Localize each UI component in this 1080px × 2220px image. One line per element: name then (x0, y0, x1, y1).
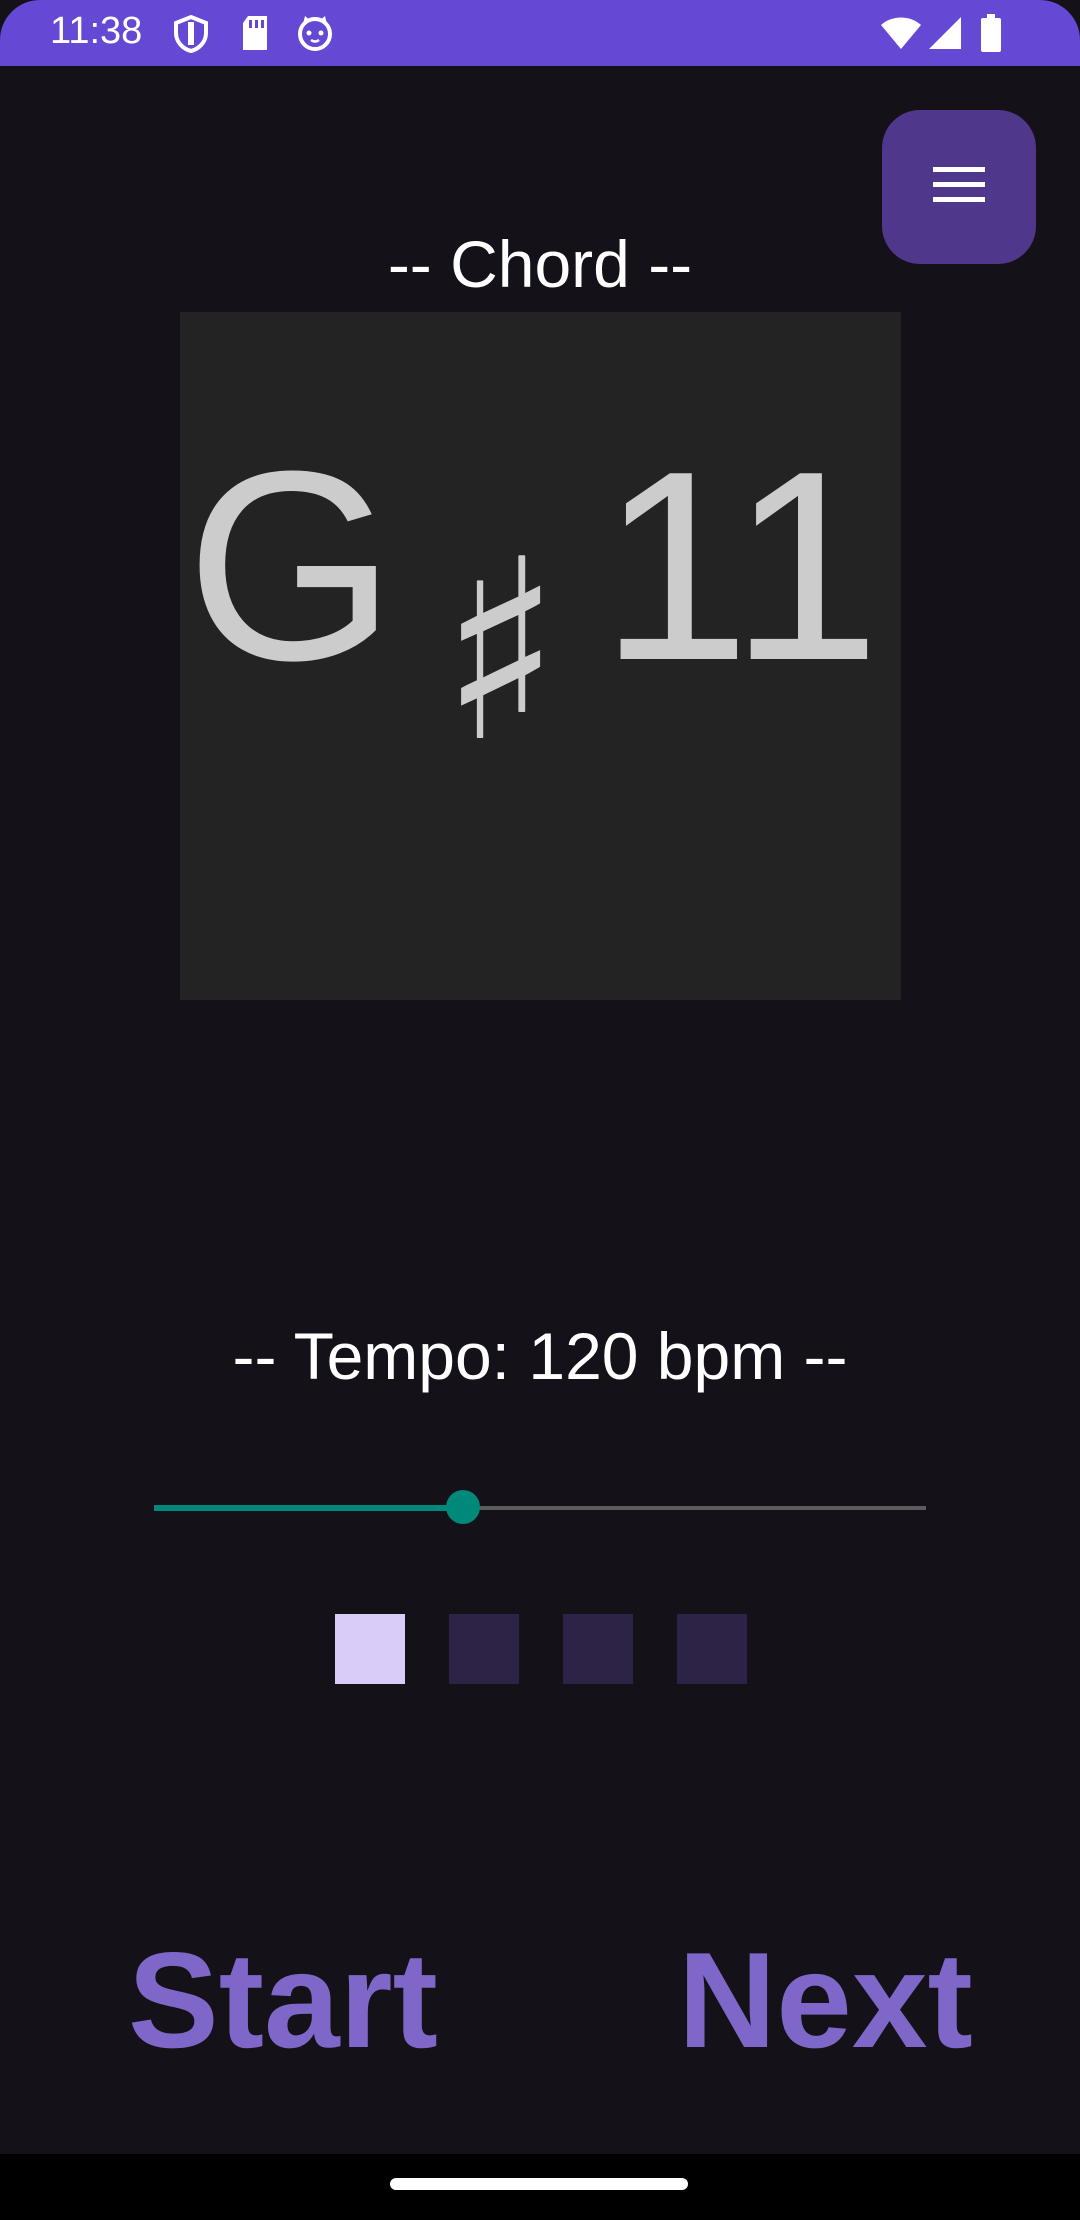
beat-indicator (335, 1614, 405, 1684)
beat-indicator (563, 1614, 633, 1684)
beat-indicator (449, 1614, 519, 1684)
chord-display: G ♯ 11 (180, 312, 901, 1000)
battery-icon (980, 14, 1002, 57)
chord-root: G (186, 416, 397, 717)
app-screen: 11:38 -- Chord -- G ♯ 11 -- Tempo: 120 b… (0, 0, 1080, 2220)
home-gesture-handle[interactable] (390, 2178, 688, 2190)
wifi-icon (880, 16, 922, 55)
sd-card-icon (240, 14, 270, 57)
hamburger-menu-icon (933, 166, 985, 208)
slider-thumb[interactable] (445, 1490, 480, 1524)
tempo-heading: -- Tempo: 120 bpm -- (232, 1319, 848, 1393)
cat-face-icon (296, 14, 334, 57)
tempo-slider[interactable] (154, 1490, 926, 1524)
beat-indicators (335, 1614, 747, 1684)
status-time: 11:38 (50, 10, 143, 52)
next-button[interactable]: Next (678, 1930, 973, 2070)
slider-fill (154, 1505, 463, 1511)
chord-accidental: ♯ (440, 506, 561, 797)
chord-heading: -- Chord -- (387, 227, 693, 301)
navigation-bar (0, 2154, 1080, 2220)
shield-icon (172, 14, 210, 59)
status-bar: 11:38 (0, 0, 1080, 66)
signal-icon (928, 16, 962, 55)
beat-indicator (677, 1614, 747, 1684)
start-button[interactable]: Start (128, 1930, 438, 2070)
chord-extension: 11 (600, 416, 881, 717)
